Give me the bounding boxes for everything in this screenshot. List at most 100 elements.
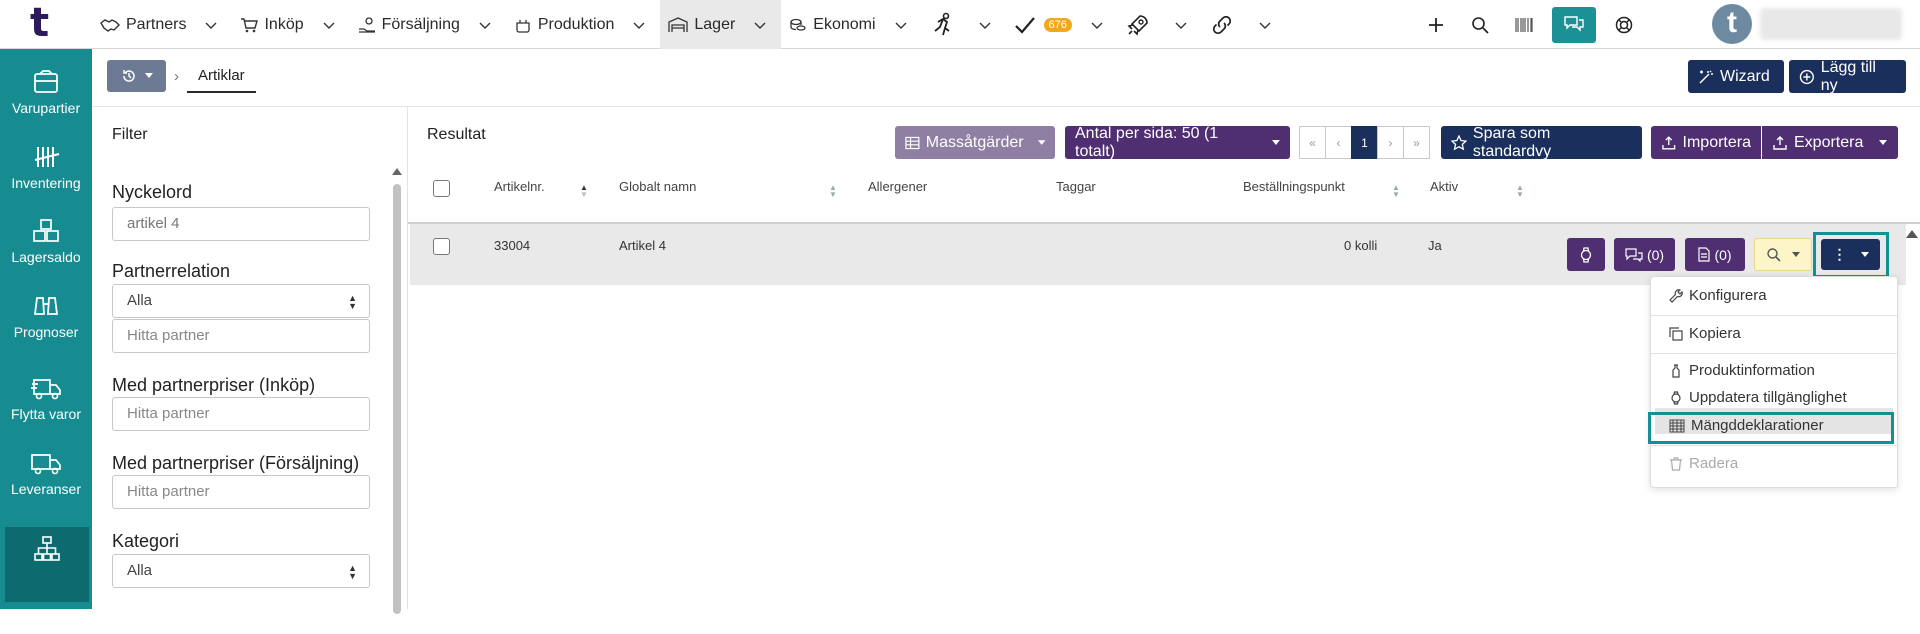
coins-icon — [790, 18, 806, 31]
chevron-down-icon[interactable] — [204, 18, 218, 32]
filter-scrollbar[interactable] — [392, 168, 402, 614]
select-all-checkbox[interactable] — [433, 180, 450, 197]
hierarchy-icon — [34, 536, 60, 561]
breadcrumb-artiklar[interactable]: Artiklar — [187, 60, 256, 93]
category-select[interactable]: Alla ▲ ▼ — [112, 554, 370, 588]
nav-produktion-label: Produktion — [537, 15, 615, 33]
chevron-down-icon[interactable] — [978, 18, 992, 32]
add-icon[interactable] — [1414, 0, 1458, 49]
nav-forsaljning-label: Försäljning — [381, 15, 460, 33]
chevron-down-icon[interactable] — [1174, 18, 1188, 32]
sidebar-item-flytta-varor[interactable]: Flytta varor — [0, 374, 92, 422]
find-partner-input[interactable]: Hitta partner — [112, 319, 370, 353]
watch-icon — [1671, 390, 1681, 405]
scrollbar-thumb[interactable] — [393, 184, 401, 614]
menu-item-label: Uppdatera tillgänglighet — [1689, 389, 1847, 406]
col-globalt-namn[interactable]: Globalt namn — [619, 179, 696, 194]
nav-tasks[interactable]: 676 — [1006, 0, 1118, 49]
history-button[interactable] — [107, 60, 166, 92]
scroll-up-arrow[interactable] — [392, 168, 402, 175]
add-new-button[interactable]: Lägg till ny — [1789, 59, 1906, 94]
watch-icon — [1580, 246, 1592, 263]
menu-divider — [1651, 445, 1897, 446]
per-page-label: Antal per sida: 50 (1 totalt) — [1075, 124, 1219, 160]
nav-ekonomi[interactable]: Ekonomi — [781, 0, 921, 49]
save-default-button[interactable]: Spara som standardvy — [1441, 125, 1642, 160]
sidebar-item-lagersaldo[interactable]: Lagersaldo — [0, 217, 92, 265]
nav-partners[interactable]: Partners — [92, 0, 232, 49]
page-first[interactable]: « — [1299, 126, 1326, 159]
cell-name[interactable]: Artikel 4 — [619, 238, 666, 253]
sales-partner-input[interactable]: Hitta partner — [112, 475, 370, 509]
wizard-button[interactable]: Wizard — [1688, 60, 1784, 93]
chevron-down-icon[interactable] — [632, 18, 646, 32]
nav-inkop-label: Inköp — [264, 15, 304, 33]
sidebar-item-inventering[interactable]: Inventering — [0, 143, 92, 191]
cell-active: Ja — [1428, 238, 1442, 253]
user-name-blurred[interactable] — [1760, 8, 1902, 40]
col-aktiv[interactable]: Aktiv — [1430, 179, 1458, 194]
sidebar-item-artiklar[interactable]: Artiklar — [5, 527, 89, 634]
search-icon[interactable] — [1458, 0, 1502, 49]
documents-button[interactable]: (0) — [1685, 238, 1745, 271]
nav-forsaljning[interactable]: Försäljning — [350, 0, 506, 49]
app-logo[interactable]: t — [30, 0, 62, 49]
documents-count: (0) — [1714, 246, 1732, 263]
chevron-down-icon[interactable] — [322, 18, 336, 32]
menu-item-produktinformation[interactable]: Produktinformation — [1672, 362, 1815, 379]
nav-lager[interactable]: Lager — [660, 0, 782, 49]
per-page-button[interactable]: Antal per sida: 50 (1 totalt) — [1065, 124, 1290, 160]
purchase-prices-label: Med partnerpriser (Inköp) — [112, 375, 316, 395]
avatar[interactable]: t — [1712, 4, 1752, 44]
page-prev[interactable]: ‹ — [1325, 126, 1352, 159]
availability-button[interactable] — [1567, 238, 1605, 271]
sidebar-item-label: Artiklar — [25, 618, 69, 634]
menu-item-kopiera[interactable]: Kopiera — [1669, 325, 1741, 342]
chevron-down-icon[interactable] — [1258, 18, 1272, 32]
lookup-button[interactable] — [1754, 238, 1812, 271]
export-label: Exportera — [1794, 133, 1864, 151]
nav-running[interactable] — [922, 0, 1006, 49]
keyword-input[interactable]: artikel 4 — [112, 207, 370, 241]
nav-inkop[interactable]: Inköp — [232, 0, 349, 49]
comments-button[interactable]: (0) — [1614, 238, 1675, 271]
page-last[interactable]: » — [1403, 126, 1430, 159]
menu-item-uppdatera-tillganglighet[interactable]: Uppdatera tillgänglighet — [1671, 389, 1847, 406]
sort-icon[interactable]: ▲ ▼ — [1392, 184, 1400, 199]
col-artikelnr[interactable]: Artikelnr. — [494, 179, 545, 194]
nav-produktion[interactable]: Produktion — [506, 0, 661, 49]
row-checkbox[interactable] — [433, 238, 450, 255]
purchase-partner-input[interactable]: Hitta partner — [112, 397, 370, 431]
sort-icon[interactable]: ▲ ▼ — [829, 184, 837, 199]
menu-item-radera[interactable]: Radera — [1670, 455, 1738, 472]
chevron-down-icon[interactable] — [1090, 18, 1104, 32]
plus-circle-icon — [1799, 69, 1814, 84]
bulk-actions-button[interactable]: Massåtgärder — [895, 126, 1055, 159]
chevron-down-icon[interactable] — [478, 18, 492, 32]
menu-item-konfigurera[interactable]: Konfigurera — [1669, 287, 1767, 304]
barcode-icon[interactable] — [1502, 0, 1546, 49]
results-scroll-up-arrow[interactable] — [1906, 230, 1918, 238]
col-bestallningspunkt[interactable]: Beställningspunkt — [1243, 179, 1345, 194]
export-button[interactable]: Exportera — [1762, 126, 1898, 159]
page-next[interactable]: › — [1377, 126, 1404, 159]
chevron-down-icon[interactable] — [753, 18, 767, 32]
partner-relation-select[interactable]: Alla ▲ ▼ — [112, 284, 370, 318]
nav-links[interactable] — [1202, 0, 1286, 49]
sidebar-item-varupartier[interactable]: Varupartier — [0, 68, 92, 116]
import-icon — [1662, 135, 1676, 150]
sort-icon[interactable]: ▲ ▼ — [580, 184, 588, 199]
chevron-down-icon[interactable] — [894, 18, 908, 32]
category-label: Kategori — [112, 531, 180, 551]
sort-icon[interactable]: ▲ ▼ — [1516, 184, 1524, 199]
caret-down-icon — [1037, 139, 1045, 145]
page-current[interactable]: 1 — [1351, 126, 1378, 159]
nav-rocket[interactable] — [1118, 0, 1202, 49]
export-icon — [1773, 135, 1787, 150]
partner-relation-label: Partnerrelation — [112, 261, 231, 281]
support-icon[interactable] — [1602, 0, 1646, 49]
chat-button[interactable] — [1552, 6, 1596, 43]
sidebar-item-prognoser[interactable]: Prognoser — [0, 292, 92, 340]
sidebar-item-leveranser[interactable]: Leveranser — [0, 449, 92, 497]
import-button[interactable]: Importera — [1651, 126, 1761, 159]
